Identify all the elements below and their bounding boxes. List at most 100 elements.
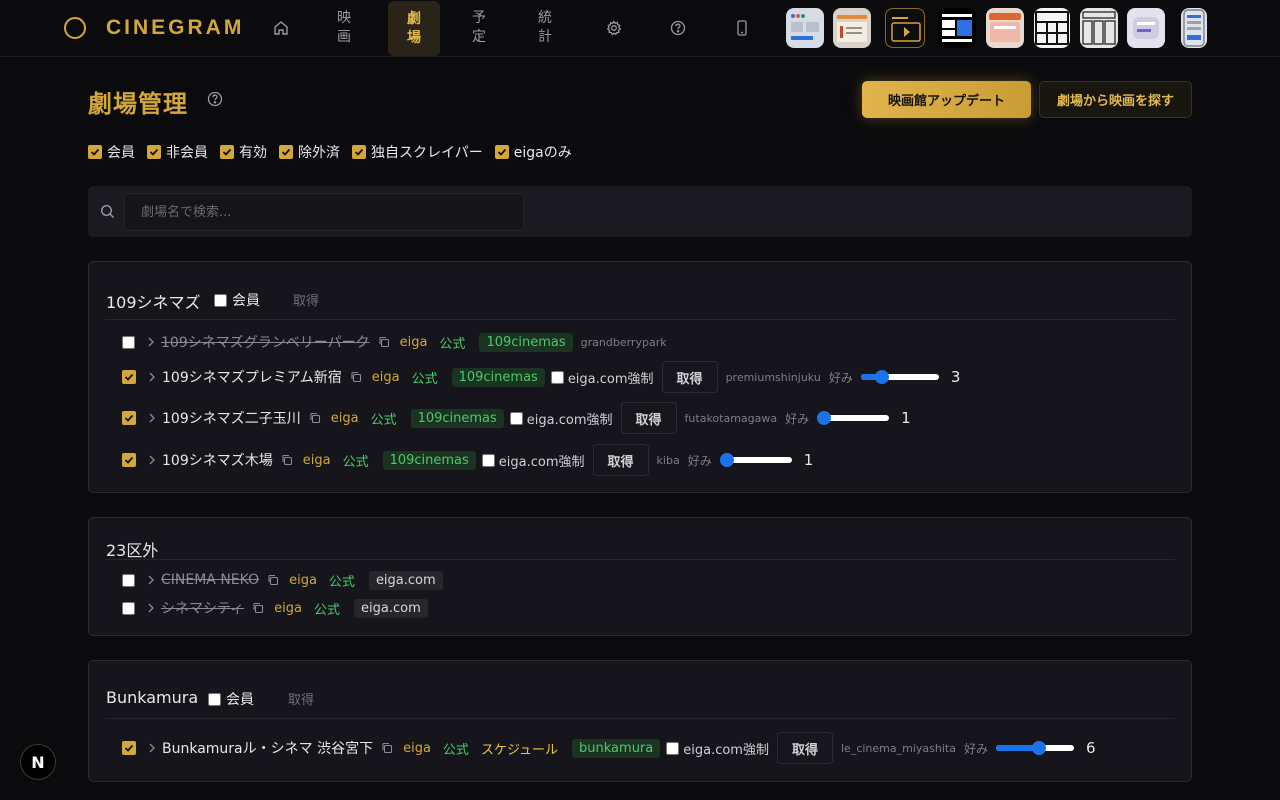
theater-group-109cinemas: 109シネマズ 会員 取得 109シネマズグランベリーパーク eiga 公式 1… xyxy=(88,261,1192,493)
eiga-link[interactable]: eiga xyxy=(274,601,302,616)
scraper-tag: eiga.com xyxy=(354,598,428,618)
official-link[interactable]: 公式 xyxy=(314,599,340,618)
checkbox-checked-icon[interactable] xyxy=(352,145,366,159)
force-eiga-toggle[interactable]: eiga.com強制 xyxy=(509,409,613,428)
copy-icon[interactable] xyxy=(267,574,279,586)
official-link[interactable]: 公式 xyxy=(371,409,397,428)
checkbox-unchecked-icon[interactable] xyxy=(481,453,495,467)
checkbox-checked-icon[interactable] xyxy=(279,145,293,159)
layout-preset-8[interactable] xyxy=(1127,8,1165,48)
theater-checkbox[interactable] xyxy=(122,370,136,384)
copy-icon[interactable] xyxy=(381,742,393,754)
official-link[interactable]: 公式 xyxy=(412,368,438,387)
copy-icon[interactable] xyxy=(309,412,321,424)
filter-excluded[interactable]: 除外済 xyxy=(279,142,340,162)
chevron-right-icon[interactable] xyxy=(147,575,155,585)
preference-slider[interactable] xyxy=(995,741,1074,755)
nav-stats[interactable]: 統計 xyxy=(529,0,561,56)
layout-preset-4[interactable] xyxy=(938,8,976,48)
layout-preset-6[interactable] xyxy=(1034,8,1070,48)
eiga-link[interactable]: eiga xyxy=(372,370,400,385)
mobile-icon[interactable] xyxy=(726,0,758,56)
theater-checkbox[interactable] xyxy=(122,573,135,587)
eiga-link[interactable]: eiga xyxy=(400,335,428,350)
eiga-link[interactable]: eiga xyxy=(303,453,331,468)
theater-checkbox[interactable] xyxy=(122,601,135,615)
chevron-right-icon[interactable] xyxy=(148,455,156,465)
dev-tools-badge[interactable]: N xyxy=(20,744,56,780)
fetch-button[interactable]: 取得 xyxy=(620,402,677,434)
layout-preset-9[interactable] xyxy=(1181,8,1207,48)
chevron-right-icon[interactable] xyxy=(147,603,155,613)
theater-checkbox[interactable] xyxy=(122,335,135,349)
force-eiga-toggle[interactable]: eiga.com強制 xyxy=(550,368,654,387)
theater-slug: le_cinema_miyashita xyxy=(841,741,956,755)
nav-theaters-label: 劇場 xyxy=(407,10,421,46)
update-theaters-button[interactable]: 映画館アップデート xyxy=(862,81,1031,118)
theater-checkbox[interactable] xyxy=(122,741,136,755)
filter-eiga-only[interactable]: eigaのみ xyxy=(494,142,572,162)
filter-member[interactable]: 会員 xyxy=(88,142,135,162)
official-link[interactable]: 公式 xyxy=(343,451,369,470)
fetch-button[interactable]: 取得 xyxy=(592,444,649,476)
checkbox-unchecked-icon[interactable] xyxy=(214,293,227,307)
filter-custom-scraper[interactable]: 独自スクレイパー xyxy=(352,142,483,162)
chevron-right-icon[interactable] xyxy=(147,337,155,347)
group-fetch-button[interactable]: 取得 xyxy=(288,689,314,708)
official-link[interactable]: 公式 xyxy=(439,333,465,352)
copy-icon[interactable] xyxy=(350,371,362,383)
help-circle-icon[interactable] xyxy=(207,91,223,111)
preference-slider[interactable] xyxy=(719,453,792,467)
group-fetch-button[interactable]: 取得 xyxy=(293,290,319,309)
filter-active[interactable]: 有効 xyxy=(220,142,267,162)
checkbox-checked-icon[interactable] xyxy=(220,145,234,159)
group-member-toggle[interactable]: 会員 xyxy=(208,689,254,709)
preference-slider[interactable] xyxy=(817,411,890,425)
chevron-right-icon[interactable] xyxy=(148,743,156,753)
nav-movies[interactable]: 映画 xyxy=(328,0,360,56)
gear-icon[interactable] xyxy=(598,0,630,56)
eiga-link[interactable]: eiga xyxy=(289,573,317,588)
find-movies-button[interactable]: 劇場から映画を探す xyxy=(1039,81,1192,118)
layout-preset-5[interactable] xyxy=(986,8,1024,48)
checkbox-unchecked-icon[interactable] xyxy=(509,411,523,425)
eiga-link[interactable]: eiga xyxy=(403,741,431,756)
fetch-button[interactable]: 取得 xyxy=(661,361,718,393)
checkbox-checked-icon[interactable] xyxy=(147,145,161,159)
chevron-right-icon[interactable] xyxy=(148,413,156,423)
home-icon[interactable] xyxy=(266,0,296,56)
theater-search-input[interactable] xyxy=(124,193,524,231)
checkbox-unchecked-icon[interactable] xyxy=(208,692,221,706)
force-eiga-toggle[interactable]: eiga.com強制 xyxy=(666,739,769,758)
help-circle-icon[interactable] xyxy=(662,0,694,56)
chevron-right-icon[interactable] xyxy=(148,372,156,382)
theater-checkbox[interactable] xyxy=(122,453,136,467)
schedule-link[interactable]: スケジュール xyxy=(481,739,558,758)
layout-preset-7[interactable] xyxy=(1080,8,1118,48)
checkbox-unchecked-icon[interactable] xyxy=(666,741,680,755)
fetch-button[interactable]: 取得 xyxy=(776,732,833,764)
filter-non-member[interactable]: 非会員 xyxy=(147,142,208,162)
theater-name: 109シネマズ木場 xyxy=(162,453,273,469)
official-link[interactable]: 公式 xyxy=(443,739,469,758)
theater-name: 109シネマズ二子玉川 xyxy=(162,411,301,427)
group-member-toggle[interactable]: 会員 xyxy=(214,290,260,310)
checkbox-checked-icon[interactable] xyxy=(494,145,509,159)
checkbox-unchecked-icon[interactable] xyxy=(550,370,564,384)
force-eiga-toggle[interactable]: eiga.com強制 xyxy=(481,451,585,470)
preference-slider[interactable] xyxy=(860,370,939,384)
eiga-link[interactable]: eiga xyxy=(331,411,359,426)
app-logo[interactable]: CINEGRAM xyxy=(64,14,244,42)
layout-preset-2[interactable] xyxy=(833,8,871,48)
copy-icon[interactable] xyxy=(252,602,264,614)
theater-checkbox[interactable] xyxy=(122,411,136,425)
nav-theaters[interactable]: 劇場 xyxy=(388,1,440,56)
filter-label: 非会員 xyxy=(166,145,208,161)
layout-preset-1[interactable] xyxy=(786,8,824,48)
nav-schedule[interactable]: 予定 xyxy=(463,0,495,56)
official-link[interactable]: 公式 xyxy=(329,571,355,590)
checkbox-checked-icon[interactable] xyxy=(88,145,102,159)
layout-preset-3[interactable] xyxy=(885,8,925,48)
copy-icon[interactable] xyxy=(281,454,293,466)
copy-icon[interactable] xyxy=(378,336,390,348)
